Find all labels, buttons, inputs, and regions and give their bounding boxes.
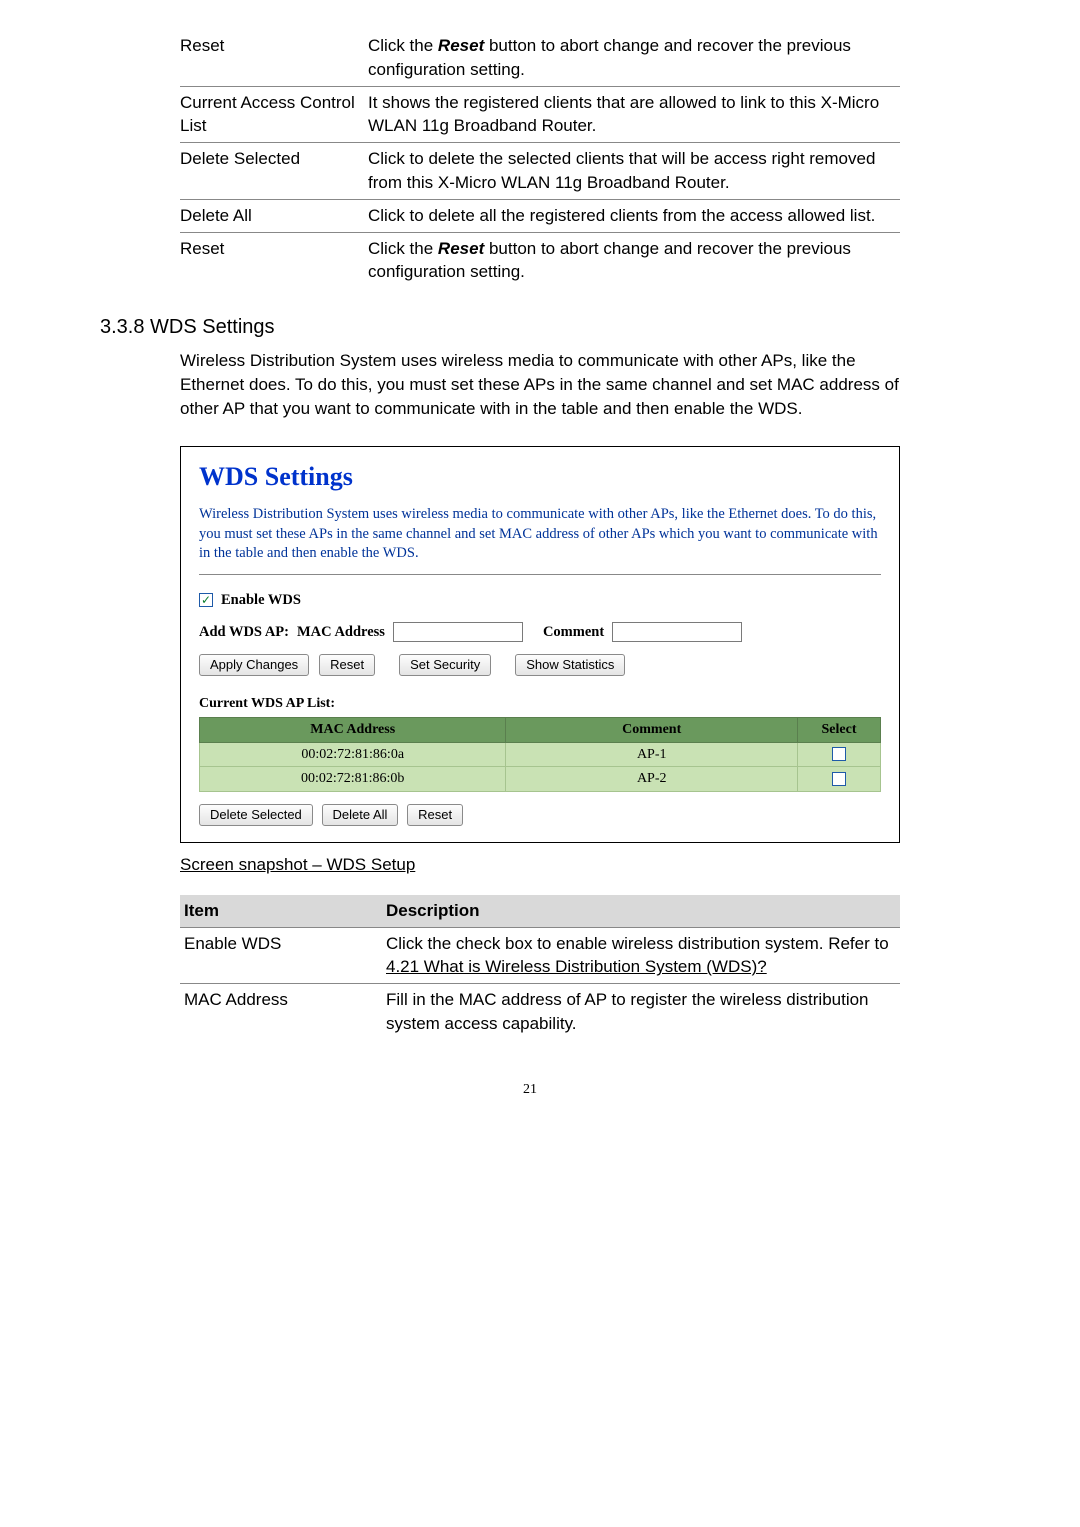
desc-enable-wds: Click the check box to enable wireless d…	[382, 927, 900, 984]
comment-input[interactable]	[612, 622, 742, 642]
set-security-button[interactable]: Set Security	[399, 654, 491, 676]
ap-row-select-checkbox[interactable]	[832, 772, 846, 786]
header-item: Item	[180, 895, 382, 927]
access-control-definitions: Reset Click the Reset button to abort ch…	[180, 30, 900, 288]
apply-changes-button[interactable]: Apply Changes	[199, 654, 309, 676]
section-heading: 3.3.8 WDS Settings	[100, 313, 960, 341]
item-enable-wds: Enable WDS	[180, 927, 382, 984]
show-statistics-button[interactable]: Show Statistics	[515, 654, 625, 676]
ap-row-comment: AP-2	[506, 767, 798, 792]
page-number: 21	[100, 1080, 960, 1100]
desc-current-access: It shows the registered clients that are…	[368, 86, 900, 143]
ap-row-comment: AP-1	[506, 742, 798, 767]
term-reset: Reset	[180, 30, 368, 86]
table-row: 00:02:72:81:86:0a AP-1	[200, 742, 881, 767]
table-row: 00:02:72:81:86:0b AP-2	[200, 767, 881, 792]
term-delete-selected: Delete Selected	[180, 143, 368, 200]
link-wds-faq[interactable]: 4.21 What is Wireless Distribution Syste…	[386, 957, 767, 976]
header-description: Description	[382, 895, 900, 927]
ap-row-select-checkbox[interactable]	[832, 747, 846, 761]
reset-list-button[interactable]: Reset	[407, 804, 463, 826]
desc-mac-address: Fill in the MAC address of AP to registe…	[382, 984, 900, 1040]
delete-selected-button[interactable]: Delete Selected	[199, 804, 313, 826]
enable-wds-label: Enable WDS	[221, 590, 301, 610]
term-delete-all: Delete All	[180, 199, 368, 232]
desc-reset2: Click the Reset button to abort change a…	[368, 232, 900, 288]
ap-list-header-comment: Comment	[506, 718, 798, 743]
ap-list-header-select: Select	[798, 718, 881, 743]
term-current-access: Current Access Control List	[180, 86, 368, 143]
section-body: Wireless Distribution System uses wirele…	[180, 349, 900, 420]
delete-all-button[interactable]: Delete All	[322, 804, 399, 826]
desc-delete-all: Click to delete all the registered clien…	[368, 199, 900, 232]
wds-settings-panel: WDS Settings Wireless Distribution Syste…	[180, 446, 900, 843]
add-wds-ap-label: Add WDS AP:	[199, 622, 289, 642]
ap-row-mac: 00:02:72:81:86:0a	[200, 742, 506, 767]
wds-ap-list-title: Current WDS AP List:	[199, 694, 881, 714]
mac-address-label: MAC Address	[297, 622, 385, 642]
screenshot-caption: Screen snapshot – WDS Setup	[180, 853, 960, 877]
ap-list-header-mac: MAC Address	[200, 718, 506, 743]
comment-label: Comment	[543, 622, 604, 642]
term-reset2: Reset	[180, 232, 368, 288]
wds-ap-list-table: MAC Address Comment Select 00:02:72:81:8…	[199, 717, 881, 792]
desc-delete-selected: Click to delete the selected clients tha…	[368, 143, 900, 200]
ap-row-mac: 00:02:72:81:86:0b	[200, 767, 506, 792]
reset-button[interactable]: Reset	[319, 654, 375, 676]
item-mac-address: MAC Address	[180, 984, 382, 1040]
desc-reset: Click the Reset button to abort change a…	[368, 30, 900, 86]
wds-title: WDS Settings	[199, 459, 881, 495]
mac-address-input[interactable]	[393, 622, 523, 642]
wds-intro: Wireless Distribution System uses wirele…	[199, 505, 881, 575]
enable-wds-checkbox[interactable]	[199, 593, 213, 607]
wds-item-description-table: Item Description Enable WDS Click the ch…	[180, 895, 900, 1040]
